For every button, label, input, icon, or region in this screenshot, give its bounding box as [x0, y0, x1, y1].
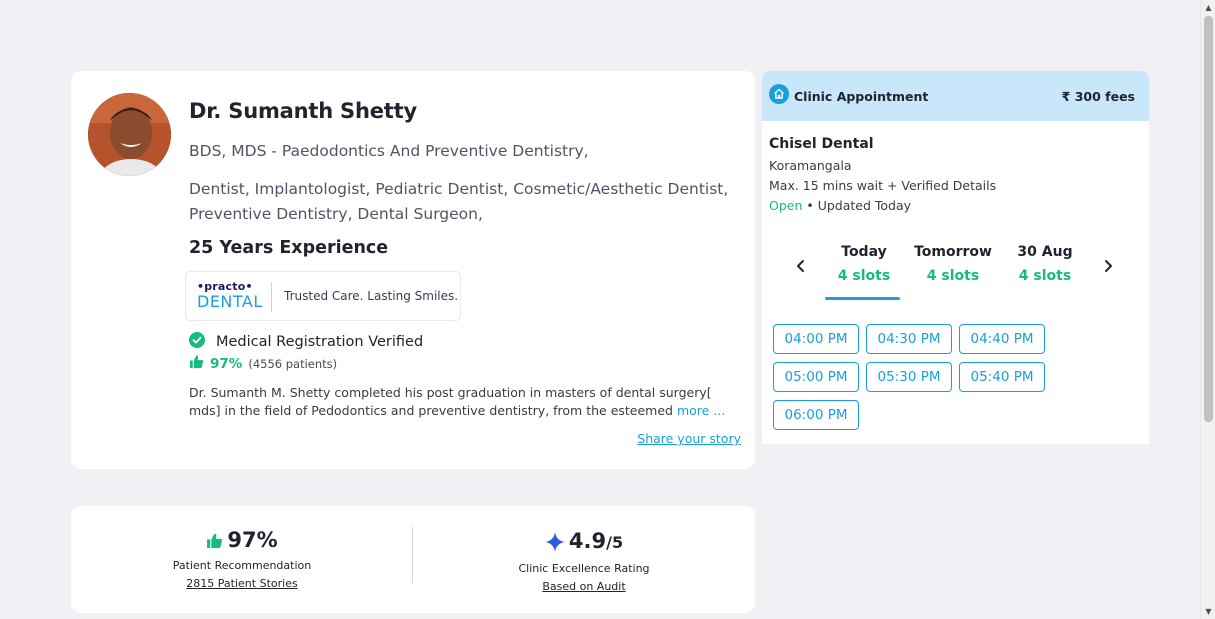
- day-tab-30-aug[interactable]: 30 Aug 4 slots: [1003, 244, 1087, 284]
- doctor-bio: Dr. Sumanth M. Shetty completed his post…: [189, 384, 745, 420]
- time-slot-button[interactable]: 06:00 PM: [773, 400, 859, 430]
- stat-patient-recommendation: 97% Patient Recommendation 2815 Patient …: [142, 526, 342, 591]
- day-tab-today[interactable]: Today 4 slots: [822, 244, 906, 300]
- doctor-qualifications: BDS, MDS - Paedodontics And Preventive D…: [189, 142, 589, 160]
- scrollbar-thumb[interactable]: [1204, 16, 1213, 422]
- practo-dental-logo: •practo• DENTAL: [197, 280, 263, 311]
- clinic-wait-time: Max. 15 mins wait + Verified Details: [769, 178, 997, 193]
- time-slot-button[interactable]: 04:40 PM: [959, 324, 1045, 354]
- verified-label: Medical Registration Verified: [216, 334, 424, 350]
- appointment-fees: ₹ 300 fees: [1061, 88, 1135, 104]
- share-story-link[interactable]: Share your story: [637, 431, 741, 446]
- stats-divider: [412, 527, 413, 583]
- practo-brand-bottom: DENTAL: [197, 292, 263, 311]
- appointment-title-wrap: Clinic Appointment: [769, 84, 928, 108]
- doctor-name: Dr. Sumanth Shetty: [189, 99, 417, 123]
- rating-number: 4.9: [568, 529, 607, 553]
- scroll-up-icon[interactable]: ▲: [1201, 0, 1215, 15]
- time-slot-grid: 04:00 PM 04:30 PM 04:40 PM 05:00 PM 05:3…: [773, 324, 1073, 430]
- time-slot-button[interactable]: 05:30 PM: [866, 362, 952, 392]
- registration-verified: Medical Registration Verified: [189, 332, 423, 352]
- check-circle-icon: [189, 332, 205, 352]
- rating-denominator: /5: [606, 533, 624, 552]
- chevron-right-icon[interactable]: [1104, 258, 1114, 277]
- practo-dental-badge: •practo• DENTAL Trusted Care. Lasting Sm…: [185, 271, 461, 321]
- audit-link[interactable]: Based on Audit: [484, 580, 684, 593]
- day-slot-count: 4 slots: [1018, 268, 1072, 284]
- bio-text: Dr. Sumanth M. Shetty completed his post…: [189, 385, 712, 418]
- patient-stories-link[interactable]: 2815 Patient Stories: [142, 577, 342, 590]
- time-slot-button[interactable]: 04:00 PM: [773, 324, 859, 354]
- bio-more-link[interactable]: more ...: [677, 403, 725, 418]
- clinic-details: Chisel Dental Koramangala Max. 15 mins w…: [762, 121, 1149, 213]
- day-label: Tomorrow: [914, 244, 992, 260]
- appointment-title: Clinic Appointment: [794, 88, 929, 104]
- scroll-down-icon[interactable]: ▼: [1201, 604, 1215, 619]
- doctor-info: Dr. Sumanth Shetty BDS, MDS - Paedodonti…: [189, 99, 749, 258]
- appointment-panel: Clinic Appointment ₹ 300 fees Chisel Den…: [762, 71, 1149, 444]
- clinic-name[interactable]: Chisel Dental: [769, 136, 1149, 152]
- stat-head: 4.9/5: [484, 526, 684, 556]
- badge-tagline: Trusted Care. Lasting Smiles.: [284, 289, 459, 303]
- time-slot-button[interactable]: 04:30 PM: [866, 324, 952, 354]
- page-scrollbar[interactable]: ▲ ▼: [1200, 0, 1215, 619]
- stat-clinic-rating: 4.9/5 Clinic Excellence Rating Based on …: [484, 526, 684, 593]
- doctor-avatar: [88, 93, 171, 176]
- clinic-open-label: Open: [769, 198, 803, 213]
- home-icon: [769, 84, 789, 108]
- day-tab-tomorrow[interactable]: Tomorrow 4 slots: [911, 244, 995, 284]
- recommendation-label: Patient Recommendation: [172, 559, 312, 572]
- clinic-location: Koramangala: [769, 158, 852, 173]
- recommendation-value: 97%: [227, 527, 278, 552]
- time-slot-button[interactable]: 05:40 PM: [959, 362, 1045, 392]
- day-slot-count: 4 slots: [837, 268, 891, 284]
- rating-value: 4.9/5: [569, 529, 623, 553]
- day-selector: Today 4 slots Tomorrow 4 slots 30 Aug 4 …: [762, 241, 1149, 301]
- day-label: 30 Aug: [1017, 244, 1073, 260]
- doctor-profile-card: Dr. Sumanth Shetty BDS, MDS - Paedodonti…: [71, 71, 755, 469]
- clinic-updated-label: • Updated Today: [802, 198, 912, 213]
- chevron-left-icon[interactable]: [795, 258, 805, 277]
- thumbs-up-icon: [206, 532, 223, 553]
- recommendation-summary: 97% (4556 patients): [189, 354, 337, 373]
- thumbs-up-icon: [189, 354, 204, 373]
- stats-card: 97% Patient Recommendation 2815 Patient …: [71, 506, 755, 613]
- recommendation-percent: 97%: [210, 355, 243, 372]
- badge-divider: [271, 282, 272, 312]
- time-slot-button[interactable]: 05:00 PM: [773, 362, 859, 392]
- day-label: Today: [841, 244, 887, 260]
- rating-label: Clinic Excellence Rating: [518, 562, 650, 575]
- stat-head: 97%: [142, 526, 342, 553]
- doctor-experience: 25 Years Experience: [189, 238, 389, 258]
- doctor-specialties: Dentist, Implantologist, Pediatric Denti…: [189, 180, 729, 223]
- appointment-header: Clinic Appointment ₹ 300 fees: [762, 71, 1149, 121]
- sparkle-star-icon: [544, 532, 565, 556]
- day-slot-count: 4 slots: [926, 268, 980, 284]
- clinic-status: Open • Updated Today: [769, 198, 1149, 213]
- recommendation-patients: (4556 patients): [248, 356, 338, 371]
